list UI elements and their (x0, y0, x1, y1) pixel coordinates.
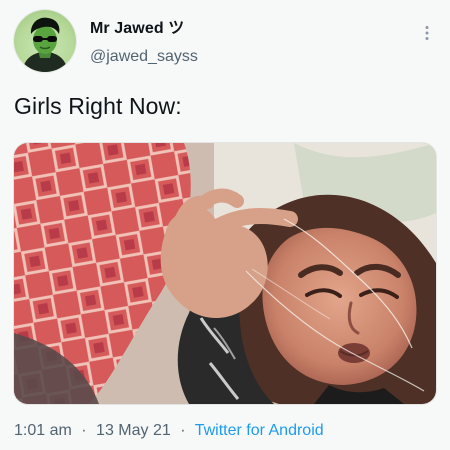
author-info[interactable]: Mr Jawed ツ @jawed_sayss (90, 18, 410, 68)
display-name[interactable]: Mr Jawed ツ (90, 18, 410, 40)
tweet-time[interactable]: 1:01 am (14, 422, 72, 439)
user-handle[interactable]: @jawed_sayss (90, 46, 410, 68)
tweet-source-link[interactable]: Twitter for Android (195, 422, 324, 439)
photo-woman-threading-eyebrows (14, 143, 436, 404)
tweet-text: Girls Right Now: (14, 93, 182, 119)
avatar[interactable] (14, 10, 76, 72)
vertical-ellipsis-icon (425, 26, 429, 40)
tweet-media-image[interactable] (14, 143, 436, 404)
more-options-button[interactable] (418, 24, 436, 42)
tweet-header: Mr Jawed ツ @jawed_sayss (14, 8, 436, 78)
tweet-date[interactable]: 13 May 21 (96, 422, 171, 439)
tweet-card: Mr Jawed ツ @jawed_sayss Girls Right Now: (0, 0, 450, 450)
avatar-illustration (22, 17, 68, 72)
separator-2: · (180, 422, 186, 439)
tweet-metadata: 1:01 am · 13 May 21 · Twitter for Androi… (14, 420, 436, 442)
separator-1: · (81, 422, 87, 439)
